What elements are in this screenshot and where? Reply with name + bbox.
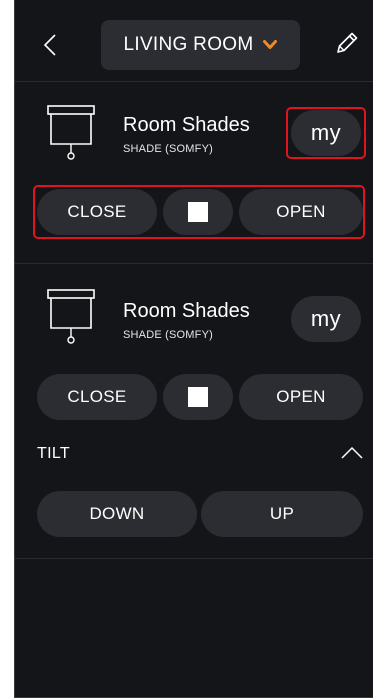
chevron-left-icon: [43, 34, 56, 56]
edit-button[interactable]: [334, 30, 364, 60]
my-button-highlight: [286, 107, 366, 159]
stop-button[interactable]: [163, 374, 233, 420]
device-type: SHADE (SOMFY): [123, 143, 213, 155]
shade-icon: [47, 289, 95, 344]
stop-icon: [188, 387, 208, 407]
chevron-down-icon: [263, 40, 278, 49]
device-name: Room Shades: [123, 114, 250, 136]
room-selector[interactable]: LIVING ROOM: [101, 20, 300, 70]
device-type: SHADE (SOMFY): [123, 329, 213, 341]
back-button[interactable]: [37, 28, 63, 62]
device-name: Room Shades: [123, 300, 250, 322]
divider: [15, 263, 373, 264]
tilt-down-button[interactable]: DOWN: [37, 491, 197, 537]
room-name: LIVING ROOM: [123, 34, 254, 55]
close-button[interactable]: CLOSE: [37, 374, 157, 420]
pencil-icon: [337, 32, 358, 53]
my-button[interactable]: my: [291, 296, 361, 342]
divider: [15, 558, 373, 559]
header: LIVING ROOM: [15, 0, 373, 82]
controls-highlight: [33, 185, 365, 239]
shade-icon: [47, 105, 95, 160]
tilt-up-button[interactable]: UP: [201, 491, 363, 537]
tilt-label: TILT: [37, 445, 70, 462]
open-button[interactable]: OPEN: [239, 374, 363, 420]
chevron-up-icon[interactable]: [341, 446, 363, 460]
app-frame: LIVING ROOM Room Shades SHADE (SOMFY) my…: [14, 0, 373, 698]
